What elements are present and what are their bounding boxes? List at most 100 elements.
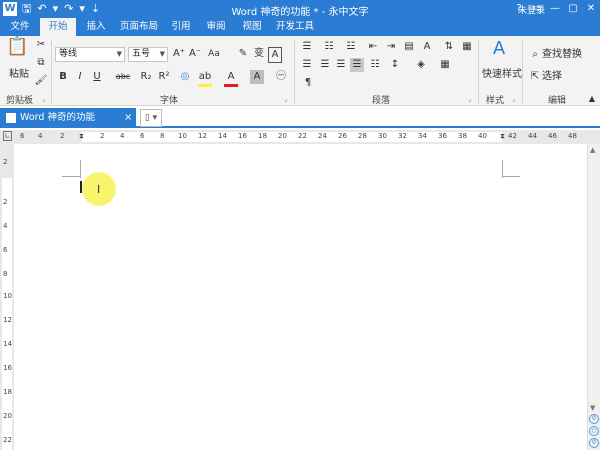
- document-tabs: Word 神奇的功能 × ▯ ▾: [0, 106, 600, 128]
- document-tab[interactable]: Word 神奇的功能 ×: [0, 108, 136, 128]
- bullets-icon[interactable]: ☰: [300, 40, 314, 54]
- subscript-button[interactable]: R₂: [138, 70, 154, 84]
- new-document-button[interactable]: ▯ ▾: [140, 109, 162, 127]
- font-color-button[interactable]: A: [224, 70, 238, 87]
- asian-layout-icon[interactable]: A: [420, 40, 434, 54]
- ruler-label: 2: [3, 198, 8, 206]
- shrink-font-icon[interactable]: A⁻: [188, 47, 202, 61]
- ruler-label: 18: [3, 388, 12, 396]
- ruler-label: 44: [528, 132, 537, 140]
- bold-button[interactable]: B: [57, 70, 69, 84]
- ruler-label: 36: [438, 132, 447, 140]
- text-effect-icon[interactable]: ◎: [178, 70, 192, 84]
- ruler-label: 34: [418, 132, 427, 140]
- vertical-scrollbar[interactable]: ▲ ▼ 0 ○ 0: [587, 144, 600, 450]
- tab-home[interactable]: 开始: [40, 18, 76, 36]
- quick-styles-icon[interactable]: A: [488, 40, 510, 58]
- increase-indent-icon[interactable]: ⇥: [384, 40, 398, 54]
- select-button[interactable]: 选择: [542, 70, 572, 84]
- minimize-icon[interactable]: —: [546, 0, 564, 18]
- ruler-label: 40: [478, 132, 487, 140]
- horizontal-ruler[interactable]: 6 4 2 ⧗ 2 4 6 8 10 12 14 16 18 20 22 24 …: [0, 130, 600, 144]
- enclose-char-icon[interactable]: ㊀: [274, 70, 288, 84]
- format-painter-icon[interactable]: 🖌: [34, 74, 48, 88]
- styles-launcher-icon[interactable]: ⌟: [512, 95, 515, 103]
- superscript-button[interactable]: R²: [156, 70, 172, 84]
- paste-icon[interactable]: 📋: [6, 38, 28, 66]
- align-center-icon[interactable]: ☰: [318, 58, 332, 72]
- show-marks-button[interactable]: ¶: [302, 76, 314, 90]
- justify-icon[interactable]: ☰: [350, 58, 364, 72]
- tab-layout[interactable]: 页面布局: [114, 18, 164, 36]
- prev-page-button[interactable]: 0: [589, 414, 599, 424]
- align-right-icon[interactable]: ☰: [334, 58, 348, 72]
- indent-marker-icon[interactable]: ⧗: [500, 132, 505, 141]
- ruler-label: 16: [3, 364, 12, 372]
- phonetic-icon[interactable]: 变: [252, 47, 266, 61]
- change-case-icon[interactable]: Aa: [206, 47, 222, 61]
- clipboard-launcher-icon[interactable]: ⌟: [42, 95, 45, 103]
- find-replace-icon[interactable]: ⌕: [530, 48, 540, 62]
- tab-file[interactable]: 文件: [2, 18, 38, 36]
- cut-icon[interactable]: ✂: [34, 38, 48, 52]
- close-icon[interactable]: ✕: [582, 0, 600, 18]
- close-icon[interactable]: ×: [124, 108, 132, 128]
- char-shade-button[interactable]: A: [250, 70, 264, 84]
- paragraph-launcher-icon[interactable]: ⌟: [468, 95, 471, 103]
- ruler-text-area: [2, 178, 12, 450]
- tab-stop-selector[interactable]: ∟: [3, 131, 12, 141]
- ibeam-cursor-icon: I: [97, 183, 101, 196]
- tab-references[interactable]: 引用: [164, 18, 198, 36]
- help-icon[interactable]: ?: [510, 0, 528, 18]
- tab-insert[interactable]: 插入: [78, 18, 114, 36]
- vertical-ruler[interactable]: 2 2 4 6 8 10 12 14 16 18 20 22: [0, 144, 14, 450]
- ruler-label: 8: [160, 132, 165, 140]
- scroll-up-icon[interactable]: ▲: [590, 146, 595, 154]
- clear-format-icon[interactable]: ✎: [236, 47, 250, 61]
- ruler-label: 6: [3, 246, 8, 254]
- numbering-icon[interactable]: ☷: [322, 40, 336, 54]
- quick-styles-button[interactable]: 快速样式: [482, 68, 522, 82]
- ruler-label: 20: [278, 132, 287, 140]
- font-size-select[interactable]: 五号 ▼: [128, 47, 168, 62]
- copy-icon[interactable]: ⧉: [34, 56, 48, 70]
- ruler-label: 28: [358, 132, 367, 140]
- ruler-label: 48: [568, 132, 577, 140]
- ruler-label: 12: [198, 132, 207, 140]
- sort-icon[interactable]: ⇅: [442, 40, 456, 54]
- ruler-label: 12: [3, 316, 12, 324]
- ribbon-display-icon[interactable]: ▭: [528, 0, 546, 18]
- strikethrough-button[interactable]: abc: [114, 70, 132, 84]
- font-name-select[interactable]: 等线 ▼: [55, 47, 125, 62]
- distributed-icon[interactable]: ☷: [368, 58, 382, 72]
- ruler-label: 2: [100, 132, 105, 140]
- tab-developer[interactable]: 开发工具: [270, 18, 320, 36]
- group-separator: [51, 40, 52, 104]
- collapse-ribbon-icon[interactable]: ▲: [586, 92, 598, 106]
- multilevel-list-icon[interactable]: ☳: [344, 40, 358, 54]
- decrease-indent-icon[interactable]: ⇤: [366, 40, 380, 54]
- scroll-down-icon[interactable]: ▼: [590, 404, 595, 412]
- browse-object-button[interactable]: ○: [589, 426, 599, 436]
- shading-icon[interactable]: ◈: [414, 58, 428, 72]
- line-spacing-icon[interactable]: ↕: [388, 58, 402, 72]
- list-box-icon[interactable]: ▤: [402, 40, 416, 54]
- next-page-button[interactable]: 0: [589, 438, 599, 448]
- maximize-icon[interactable]: ▢: [564, 0, 582, 18]
- tab-review[interactable]: 审阅: [198, 18, 234, 36]
- underline-button[interactable]: U: [91, 70, 103, 84]
- grow-font-icon[interactable]: A⁺: [172, 47, 186, 61]
- italic-button[interactable]: I: [74, 70, 86, 84]
- paste-button[interactable]: 粘贴: [6, 68, 32, 82]
- clipboard-group-label: 剪贴板: [6, 96, 34, 106]
- find-replace-button[interactable]: 查找替换: [542, 48, 588, 62]
- align-left-icon[interactable]: ☰: [300, 58, 314, 72]
- highlight-button[interactable]: ab: [198, 70, 212, 87]
- border-icon[interactable]: ▦: [460, 40, 474, 54]
- char-border-icon[interactable]: A: [268, 47, 282, 63]
- tab-view[interactable]: 视图: [234, 18, 270, 36]
- indent-marker-icon[interactable]: ⧗: [79, 132, 84, 141]
- table-border-icon[interactable]: ▦: [438, 58, 452, 72]
- select-icon[interactable]: ⇱: [530, 70, 540, 84]
- font-launcher-icon[interactable]: ⌟: [284, 95, 287, 103]
